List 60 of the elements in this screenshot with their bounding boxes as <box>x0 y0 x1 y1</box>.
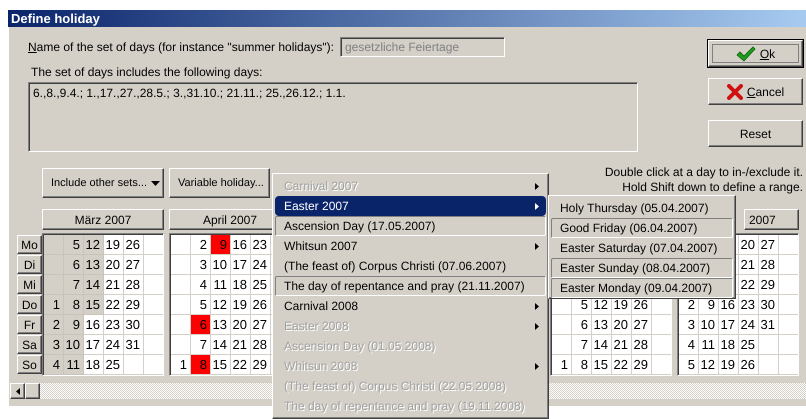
submenu-arrow-icon <box>535 202 539 210</box>
menu-item[interactable]: Easter Saturday (07.04.2007) <box>551 238 733 258</box>
submenu-arrow-icon <box>535 322 539 330</box>
month-header[interactable]: März 2007 <box>42 209 164 230</box>
menu-item[interactable]: Whitsun 2007 <box>275 236 546 256</box>
day-cell[interactable]: 10 <box>64 335 84 355</box>
field-label: Name of the set of days (for instance "summer holidays"): <box>28 40 334 54</box>
day-cell[interactable]: 13 <box>84 255 104 275</box>
menu-item[interactable]: Ascension Day (17.05.2007) <box>275 216 546 236</box>
checkmark-icon <box>736 46 756 62</box>
field-label: The set of days includes the following days: <box>30 65 264 79</box>
day-cell[interactable]: 1 <box>44 295 64 315</box>
reset-button[interactable]: Reset <box>708 120 803 147</box>
scroll-left-icon[interactable] <box>16 388 20 394</box>
day-cell[interactable]: 6 <box>64 255 84 275</box>
weekday-header[interactable]: Mi <box>17 275 42 294</box>
day-cell[interactable]: 9 <box>211 235 231 255</box>
ok-button[interactable]: Ok <box>708 40 803 67</box>
weekday-header[interactable]: Di <box>17 255 42 274</box>
day-cell[interactable]: 12 <box>84 235 104 255</box>
weekday-header[interactable]: Mo <box>17 235 42 254</box>
day-cell[interactable]: 4 <box>44 355 64 375</box>
day-cell[interactable]: 2 <box>44 315 64 335</box>
menu-item[interactable]: Carnival 2008 <box>275 296 546 316</box>
day-cell[interactable]: 7 <box>64 275 84 295</box>
menu-item[interactable]: The day of repentance and pray (21.11.2007) <box>275 276 546 296</box>
scroll-thumb[interactable] <box>25 383 40 399</box>
day-cell[interactable]: 6 <box>191 315 211 335</box>
caret-icon <box>151 180 160 186</box>
month-header[interactable]: 2007 <box>744 209 799 230</box>
submenu-arrow-icon <box>535 242 539 250</box>
day-cell[interactable]: 5 <box>64 235 84 255</box>
submenu-arrow-icon <box>535 302 539 310</box>
window-title: Define holiday <box>8 10 806 27</box>
menu-item[interactable]: Easter Sunday (08.04.2007) <box>551 258 733 278</box>
day-cell[interactable]: 15 <box>84 295 104 315</box>
menu-item[interactable]: Good Friday (06.04.2007) <box>551 218 733 238</box>
cross-icon <box>726 84 743 100</box>
submenu-arrow-icon <box>535 362 539 370</box>
day-cell[interactable]: 3 <box>44 335 64 355</box>
menu-item[interactable]: (The feast of) Corpus Christi (07.06.2007) <box>275 256 546 276</box>
weekday-header[interactable]: Do <box>17 295 42 314</box>
days-field[interactable]: 6.,8.,9.4.; 1.,17.,27.,28.5.; 3.,31.10.; 21.11.; 25.,26.12.; 1.1. <box>28 82 638 152</box>
weekday-header[interactable]: Fr <box>17 315 42 334</box>
dropdown-button[interactable]: Variable holiday... <box>169 168 270 198</box>
menu-item[interactable]: Easter Monday (09.04.2007) <box>551 278 733 298</box>
submenu-arrow-icon <box>535 182 539 190</box>
day-cell[interactable]: 8 <box>191 355 211 375</box>
menu-item[interactable]: Holy Thursday (05.04.2007) <box>551 198 733 218</box>
cancel-button[interactable]: Cancel <box>708 78 803 105</box>
day-cell[interactable]: 14 <box>84 275 104 295</box>
weekday-header[interactable]: So <box>17 355 42 374</box>
weekday-header[interactable]: Sa <box>17 335 42 354</box>
day-cell[interactable]: 11 <box>64 355 84 375</box>
menu-item[interactable]: Easter 2007 <box>275 196 546 216</box>
dropdown-button[interactable]: Include other sets... <box>42 168 164 198</box>
day-cell[interactable]: 9 <box>64 315 84 335</box>
hint-text: Hold Shift down to define a range. <box>621 180 803 194</box>
hint-text: Double click at a day to in-/exclude it. <box>604 165 803 179</box>
day-cell[interactable]: 8 <box>64 295 84 315</box>
